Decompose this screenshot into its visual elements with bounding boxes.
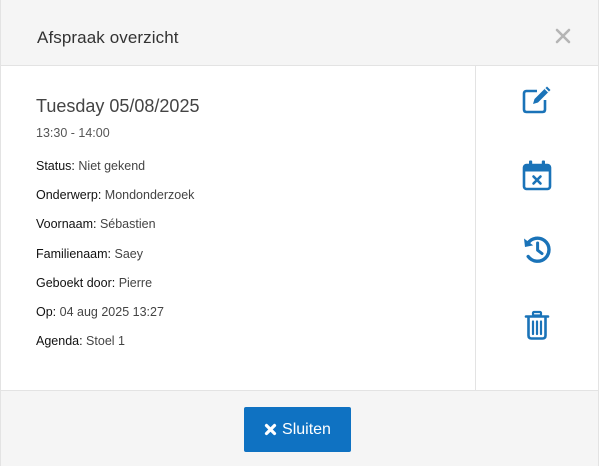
dialog-footer: Sluiten [1, 390, 598, 466]
appointment-date: Tuesday 05/08/2025 [36, 96, 200, 116]
pencil-square-icon[interactable] [520, 82, 554, 116]
times-icon [264, 423, 277, 436]
field-value: Sébastien [96, 217, 156, 231]
field-subject: Onderwerp: Mondonderzoek [36, 187, 194, 203]
dialog-title: Afspraak overzicht [37, 28, 179, 47]
field-booked-by: Geboekt door: Pierre [36, 275, 152, 291]
action-column [475, 66, 598, 390]
dialog-header: Afspraak overzicht [1, 0, 598, 66]
appointment-time: 13:30 - 14:00 [36, 126, 110, 140]
field-label: Onderwerp: [36, 188, 102, 202]
field-value: Stoel 1 [82, 334, 125, 348]
calendar-times-icon[interactable] [520, 158, 554, 192]
field-label: Agenda: [36, 334, 83, 348]
close-icon[interactable] [554, 27, 572, 45]
field-value: Pierre [115, 276, 153, 290]
field-label: Status: [36, 159, 75, 173]
close-button[interactable]: Sluiten [244, 407, 351, 452]
field-status: Status: Niet gekend [36, 158, 145, 174]
field-value: Mondonderzoek [101, 188, 195, 202]
history-icon[interactable] [520, 232, 554, 266]
field-agenda: Agenda: Stoel 1 [36, 333, 125, 349]
appointment-dialog: Afspraak overzicht Tuesday 05/08/2025 13… [0, 0, 599, 466]
trash-icon[interactable] [520, 308, 554, 342]
field-label: Familienaam: [36, 247, 112, 261]
field-label: Geboekt door: [36, 276, 116, 290]
field-label: Op: [36, 305, 57, 319]
field-value: Niet gekend [74, 159, 146, 173]
field-first-name: Voornaam: Sébastien [36, 216, 156, 232]
field-last-name: Familienaam: Saey [36, 246, 143, 262]
field-value: 04 aug 2025 13:27 [56, 305, 164, 319]
dialog-body: Tuesday 05/08/2025 13:30 - 14:00 Status:… [1, 66, 598, 390]
close-button-label: Sluiten [282, 420, 331, 438]
field-value: Saey [111, 247, 144, 261]
field-label: Voornaam: [36, 217, 97, 231]
field-booked-on: Op: 04 aug 2025 13:27 [36, 304, 164, 320]
